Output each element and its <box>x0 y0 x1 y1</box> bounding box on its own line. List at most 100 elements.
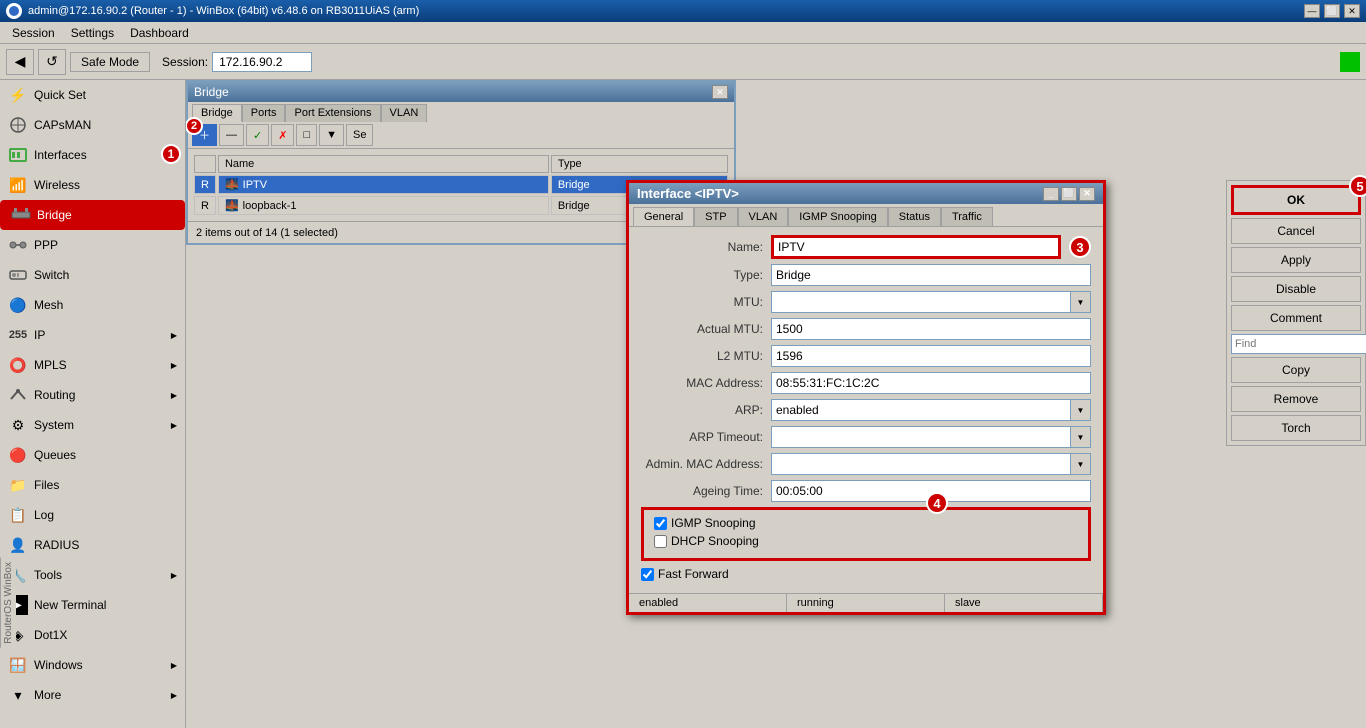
actual-mtu-label: Actual MTU: <box>641 322 771 336</box>
window-controls[interactable]: — ⬜ ✕ <box>1304 4 1360 18</box>
comment-button[interactable]: Comment <box>1231 305 1361 331</box>
minimize-button[interactable]: — <box>1304 4 1320 18</box>
add-bridge-button[interactable]: ＋ 2 <box>192 124 217 146</box>
bridge-tabs: Bridge Ports Port Extensions VLAN <box>188 102 734 122</box>
bridge-tab-port-extensions[interactable]: Port Extensions <box>285 104 380 122</box>
remove-button[interactable]: Remove <box>1231 386 1361 412</box>
admin-mac-dropdown[interactable]: ▼ <box>1071 453 1091 475</box>
tab-vlan[interactable]: VLAN <box>738 207 789 226</box>
bridge-tab-vlan[interactable]: VLAN <box>381 104 428 122</box>
bridge-close-button[interactable]: ✕ <box>712 85 728 99</box>
system-icon: ⚙ <box>8 415 28 435</box>
dialog-minimize[interactable]: _ <box>1043 187 1059 201</box>
fast-forward-checkbox[interactable] <box>641 568 654 581</box>
sidebar-item-switch[interactable]: Switch <box>0 260 185 290</box>
mac-address-input[interactable] <box>771 372 1091 394</box>
sidebar-item-quick-set[interactable]: ⚡ Quick Set <box>0 80 185 110</box>
menu-dashboard[interactable]: Dashboard <box>122 24 197 42</box>
dialog-restore[interactable]: ⬜ <box>1061 187 1077 201</box>
sidebar-item-tools[interactable]: 🔧 Tools <box>0 560 185 590</box>
dialog-controls[interactable]: _ ⬜ ✕ <box>1043 187 1095 201</box>
sidebar-item-mesh[interactable]: 🔵 Mesh <box>0 290 185 320</box>
session-value[interactable]: 172.16.90.2 <box>212 52 312 72</box>
ageing-time-label: Ageing Time: <box>641 484 771 498</box>
mtu-input-group: ▼ <box>771 291 1091 313</box>
name-input[interactable] <box>771 235 1061 259</box>
tab-igmp-snooping[interactable]: IGMP Snooping <box>788 207 887 226</box>
sidebar-item-capsman[interactable]: CAPsMAN <box>0 110 185 140</box>
row-flag: R <box>194 196 216 215</box>
sidebar-label-mesh: Mesh <box>34 298 63 312</box>
dialog-close[interactable]: ✕ <box>1079 187 1095 201</box>
enable-bridge-button[interactable]: ✓ <box>246 124 269 146</box>
tab-stp[interactable]: STP <box>694 207 737 226</box>
mac-address-row: MAC Address: <box>641 372 1091 394</box>
bridge-tab-ports[interactable]: Ports <box>242 104 286 122</box>
sidebar-item-radius[interactable]: 👤 RADIUS <box>0 530 185 560</box>
torch-button[interactable]: Torch <box>1231 415 1361 441</box>
status-running: running <box>787 594 945 612</box>
close-button[interactable]: ✕ <box>1344 4 1360 18</box>
sidebar-item-ip[interactable]: 255 IP <box>0 320 185 350</box>
title-bar: admin@172.16.90.2 (Router - 1) - WinBox … <box>0 0 1366 22</box>
mesh-icon: 🔵 <box>8 295 28 315</box>
badge-1: 1 <box>161 144 181 164</box>
back-button[interactable]: ◀ <box>6 49 34 75</box>
sidebar-item-ppp[interactable]: PPP <box>0 230 185 260</box>
sidebar-item-queues[interactable]: 🔴 Queues <box>0 440 185 470</box>
sidebar-item-files[interactable]: 📁 Files <box>0 470 185 500</box>
mtu-input[interactable] <box>771 291 1071 313</box>
type-label: Type: <box>641 268 771 282</box>
sidebar-item-new-terminal[interactable]: ▶ New Terminal <box>0 590 185 620</box>
interface-dialog: Interface <IPTV> _ ⬜ ✕ General STP VLAN … <box>626 180 1106 615</box>
copy-bridge-button[interactable]: □ <box>296 124 317 146</box>
menu-settings[interactable]: Settings <box>63 24 122 42</box>
more-icon: ▾ <box>8 685 28 705</box>
settings-bridge-button[interactable]: Se <box>346 124 373 146</box>
sidebar-item-routing[interactable]: Routing <box>0 380 185 410</box>
arp-timeout-input[interactable] <box>771 426 1071 448</box>
bridge-title-bar: Bridge ✕ <box>188 82 734 102</box>
ip-icon: 255 <box>8 325 28 345</box>
l2-mtu-label: L2 MTU: <box>641 349 771 363</box>
sidebar-item-wireless[interactable]: 📶 Wireless <box>0 170 185 200</box>
sidebar-item-windows[interactable]: 🪟 Windows <box>0 650 185 680</box>
capsman-icon <box>8 115 28 135</box>
sidebar-item-dot1x[interactable]: ◈ Dot1X <box>0 620 185 650</box>
sidebar-item-mpls[interactable]: ⭕ MPLS <box>0 350 185 380</box>
dhcp-snooping-checkbox[interactable] <box>654 535 667 548</box>
sidebar-label-routing: Routing <box>34 388 75 402</box>
remove-bridge-button[interactable]: — <box>219 124 244 146</box>
sidebar-item-bridge[interactable]: Bridge <box>0 200 185 230</box>
sidebar-item-system[interactable]: ⚙ System <box>0 410 185 440</box>
igmp-snooping-checkbox[interactable] <box>654 517 667 530</box>
apply-button[interactable]: Apply <box>1231 247 1361 273</box>
bridge-window-controls[interactable]: ✕ <box>712 85 728 99</box>
arp-label: ARP: <box>641 403 771 417</box>
ok-button[interactable]: OK <box>1231 185 1361 215</box>
sidebar-item-more[interactable]: ▾ More <box>0 680 185 710</box>
restore-button[interactable]: ⬜ <box>1324 4 1340 18</box>
ok-button-wrapper: OK 5 <box>1231 185 1361 215</box>
menu-session[interactable]: Session <box>4 24 63 42</box>
copy-button[interactable]: Copy <box>1231 357 1361 383</box>
disable-button[interactable]: Disable <box>1231 276 1361 302</box>
filter-bridge-button[interactable]: ▼ <box>319 124 344 146</box>
sidebar-item-log[interactable]: 📋 Log <box>0 500 185 530</box>
sidebar-item-interfaces[interactable]: Interfaces 1 <box>0 140 185 170</box>
mtu-dropdown-button[interactable]: ▼ <box>1071 291 1091 313</box>
admin-mac-input[interactable] <box>771 453 1071 475</box>
find-input[interactable] <box>1231 334 1366 354</box>
forward-button[interactable]: ↺ <box>38 49 66 75</box>
cancel-button[interactable]: Cancel <box>1231 218 1361 244</box>
arp-input[interactable] <box>771 399 1071 421</box>
bridge-status-text: 2 items out of 14 (1 selected) <box>196 227 338 239</box>
arp-timeout-dropdown[interactable]: ▼ <box>1071 426 1091 448</box>
tab-general[interactable]: General <box>633 207 694 226</box>
disable-bridge-button[interactable]: ✗ <box>271 124 294 146</box>
tab-traffic[interactable]: Traffic <box>941 207 993 226</box>
arp-dropdown-button[interactable]: ▼ <box>1071 399 1091 421</box>
tab-status[interactable]: Status <box>888 207 941 226</box>
safe-mode-button[interactable]: Safe Mode <box>70 52 150 72</box>
badge-4: 4 <box>926 492 948 514</box>
